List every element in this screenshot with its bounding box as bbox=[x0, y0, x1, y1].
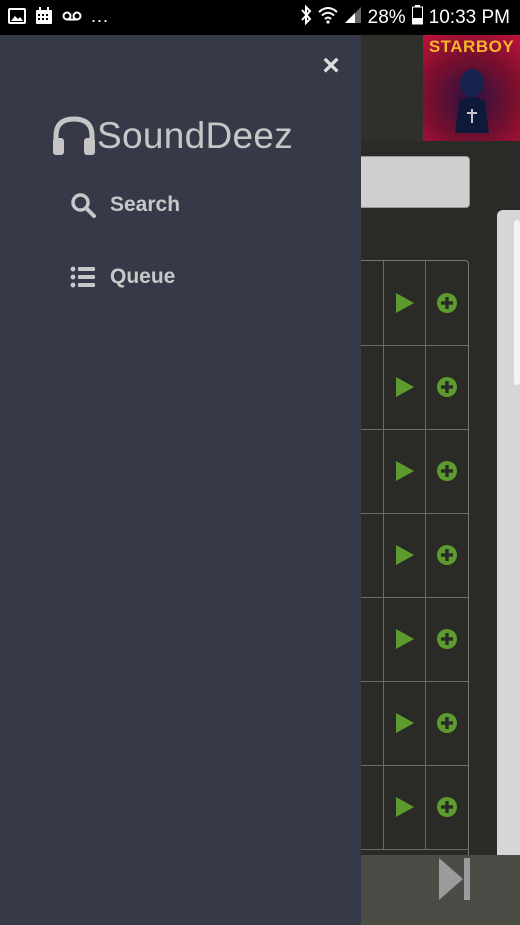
nav-item-search[interactable]: Search bbox=[70, 192, 180, 218]
battery-icon bbox=[411, 5, 423, 31]
play-icon bbox=[395, 293, 414, 313]
add-to-queue-button[interactable] bbox=[425, 681, 468, 765]
add-to-queue-button[interactable] bbox=[425, 429, 468, 513]
play-track-button[interactable] bbox=[383, 681, 425, 765]
signal-icon bbox=[344, 6, 362, 30]
headphones-icon bbox=[53, 116, 95, 155]
status-bar: ... 28% 10:33 PM bbox=[0, 0, 520, 35]
plus-circle-icon bbox=[437, 545, 457, 565]
add-to-queue-button[interactable] bbox=[425, 765, 468, 849]
play-track-button[interactable] bbox=[383, 345, 425, 429]
wifi-icon bbox=[317, 6, 338, 30]
play-icon bbox=[395, 461, 414, 481]
play-icon bbox=[395, 545, 414, 565]
plus-circle-icon bbox=[437, 461, 457, 481]
play-track-button[interactable] bbox=[383, 261, 425, 345]
add-to-queue-button[interactable] bbox=[425, 345, 468, 429]
list-icon bbox=[70, 266, 95, 288]
play-track-button[interactable] bbox=[383, 513, 425, 597]
play-track-button[interactable] bbox=[383, 429, 425, 513]
plus-circle-icon bbox=[437, 713, 457, 733]
voicemail-icon bbox=[62, 9, 82, 27]
play-icon bbox=[395, 713, 414, 733]
album-figure bbox=[455, 69, 489, 133]
search-icon bbox=[71, 193, 96, 218]
calendar-icon bbox=[35, 6, 53, 30]
battery-percent: 28% bbox=[367, 7, 406, 28]
next-track-button[interactable] bbox=[436, 856, 472, 902]
skip-next-icon bbox=[439, 858, 470, 900]
play-track-button[interactable] bbox=[383, 597, 425, 681]
play-icon bbox=[395, 797, 414, 817]
play-icon bbox=[395, 629, 414, 649]
play-track-button[interactable] bbox=[383, 765, 425, 849]
nav-item-queue[interactable]: Queue bbox=[70, 265, 175, 289]
nav-item-label: Queue bbox=[110, 265, 176, 288]
brand-name: SoundDeez bbox=[97, 115, 294, 156]
album-title: STARBOY bbox=[428, 37, 515, 56]
bluetooth-icon bbox=[300, 4, 312, 31]
plus-circle-icon bbox=[437, 377, 457, 397]
clock: 10:33 PM bbox=[428, 7, 510, 28]
plus-circle-icon bbox=[437, 629, 457, 649]
plus-circle-icon bbox=[437, 797, 457, 817]
scrollbar-thumb[interactable] bbox=[514, 220, 520, 385]
add-to-queue-button[interactable] bbox=[425, 597, 468, 681]
add-to-queue-button[interactable] bbox=[425, 513, 468, 597]
album-art[interactable]: STARBOY bbox=[423, 35, 520, 141]
play-icon bbox=[395, 377, 414, 397]
close-drawer-button[interactable]: × bbox=[318, 51, 344, 81]
brand-logo: SoundDeez bbox=[52, 115, 293, 157]
add-to-queue-button[interactable] bbox=[425, 261, 468, 345]
nav-item-label: Search bbox=[110, 193, 181, 216]
overflow-indicator: ... bbox=[91, 5, 110, 26]
plus-circle-icon bbox=[437, 293, 457, 313]
image-icon bbox=[8, 7, 26, 29]
nav-drawer: × SoundDeez Search Queue bbox=[0, 35, 361, 925]
